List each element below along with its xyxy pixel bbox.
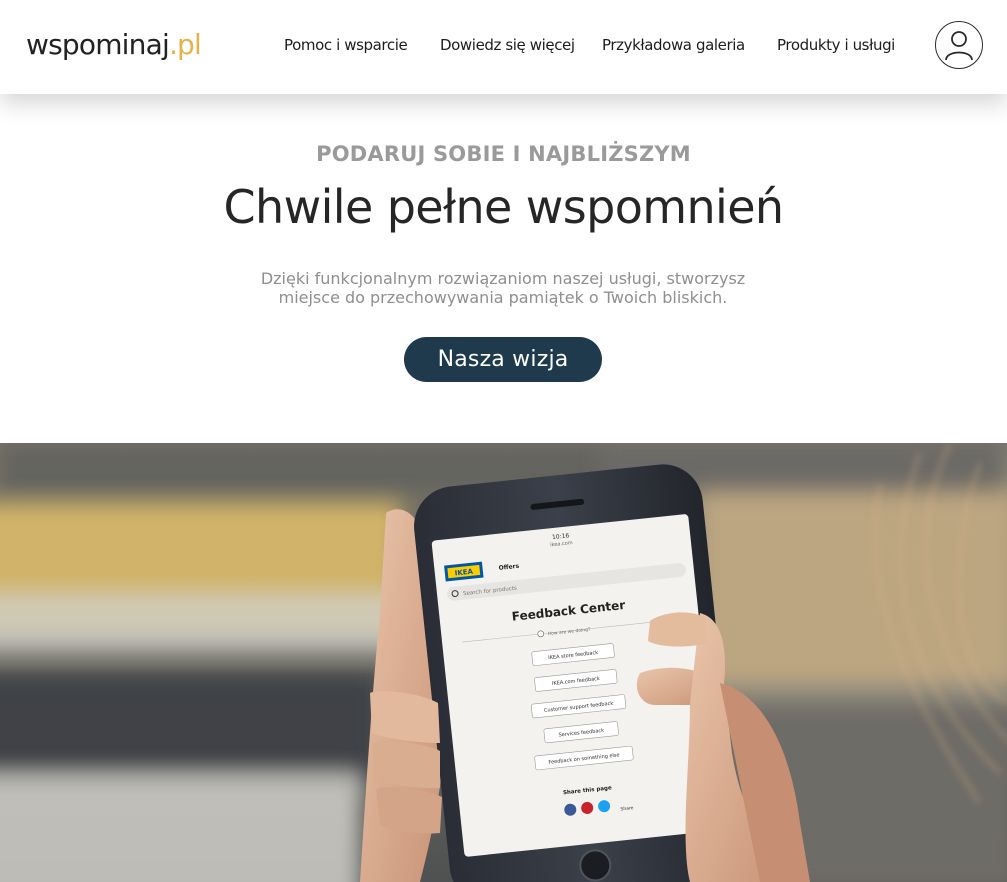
nav-link-learn-more[interactable]: Dowiedz się więcej (440, 34, 575, 56)
our-vision-button[interactable]: Nasza wizja (404, 337, 602, 382)
site-header: wspominaj.pl Pomoc i wsparcie Dowiedz si… (0, 0, 1007, 94)
hero-title: Chwile pełne wspomnień (223, 180, 785, 234)
nav-link-gallery[interactable]: Przykładowa galeria (602, 34, 745, 56)
hero-eyebrow: PODARUJ SOBIE I NAJBLIŻSZYM (316, 142, 691, 166)
main-nav: Pomoc i wsparcie Dowiedz się więcej Przy… (0, 34, 1007, 56)
hero-section: PODARUJ SOBIE I NAJBLIŻSZYM Chwile pełne… (0, 94, 1007, 443)
hero-photo: 10:16 ikea.com IKEA Offers Search for pr… (0, 443, 1007, 882)
nav-link-products[interactable]: Produkty i usługi (777, 34, 895, 56)
nav-link-help[interactable]: Pomoc i wsparcie (284, 34, 408, 56)
account-button[interactable] (935, 21, 983, 69)
phone-in-hands-image: 10:16 ikea.com IKEA Offers Search for pr… (0, 443, 1007, 882)
user-icon (945, 31, 973, 61)
hero-description: Dzięki funkcjonalnym rozwiązaniom naszej… (260, 269, 746, 307)
